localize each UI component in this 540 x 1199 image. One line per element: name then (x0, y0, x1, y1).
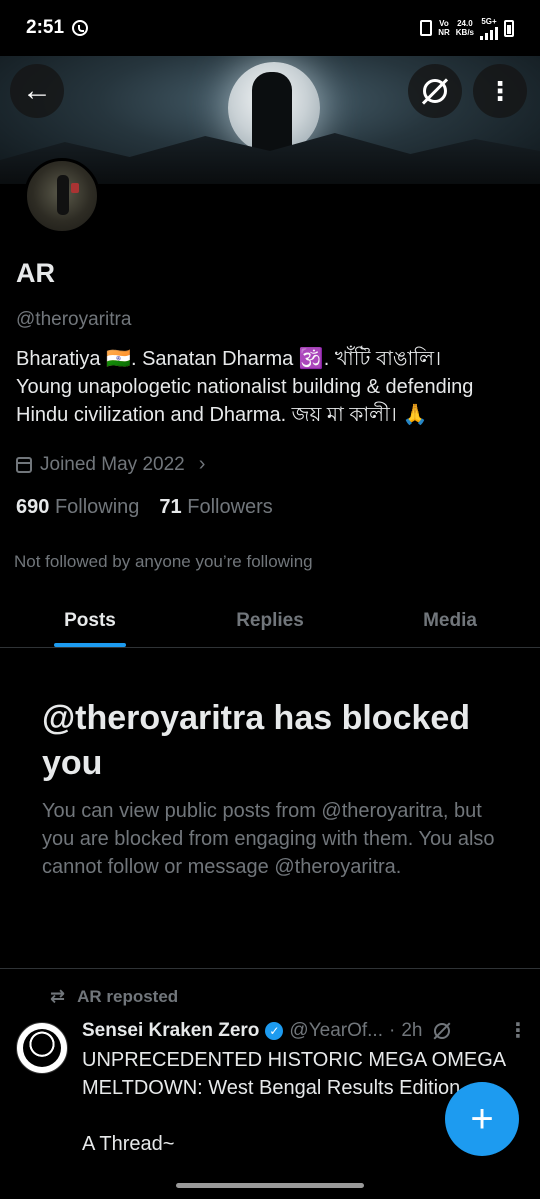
post-separator: · (389, 1020, 396, 1041)
vibrate-icon (420, 20, 433, 36)
network-speed: 24.0 KB/s (455, 19, 474, 37)
verified-badge-icon: ✓ (265, 1022, 284, 1040)
profile-tabs: Posts Replies Media (0, 594, 540, 648)
plus-icon: + (470, 1096, 494, 1141)
post-author-avatar[interactable] (16, 1022, 68, 1074)
profile-bio: Bharatiya 🇮🇳. Sanatan Dharma 🕉️. খাঁটি ব… (16, 345, 526, 429)
bio-line-1: Bharatiya 🇮🇳. Sanatan Dharma 🕉️. খাঁটি ব… (16, 348, 442, 370)
more-vertical-icon: ⋮ (487, 75, 513, 106)
post-author-handle: @YearOf... (289, 1020, 383, 1041)
grok-icon (423, 79, 447, 103)
avatar-figure (57, 175, 69, 215)
repost-label: AR reposted (77, 986, 179, 1006)
back-button[interactable]: ← (10, 64, 64, 118)
follow-stats: 690 Following 71 Followers (16, 496, 273, 519)
battery-icon (504, 19, 514, 37)
status-right: Vo NR 24.0 KB/s 5G+ (420, 17, 514, 40)
joined-date[interactable]: Joined May 2022 › (16, 453, 205, 476)
kraken-logo (23, 1029, 61, 1067)
following-label: Following (54, 496, 140, 518)
divider (0, 968, 540, 969)
tab-media[interactable]: Media (360, 594, 540, 647)
joined-label: Joined May 2022 (40, 453, 185, 475)
grok-icon[interactable] (434, 1023, 451, 1039)
signal-indicator: 5G+ (480, 17, 498, 40)
compose-button[interactable]: + (445, 1082, 519, 1156)
tab-active-indicator (54, 643, 126, 647)
more-options-button[interactable]: ⋮ (473, 64, 527, 118)
bio-line-2: Young unapologetic nationalist building … (16, 376, 474, 426)
blocked-description: You can view public posts from @theroyar… (42, 800, 495, 878)
status-left: 2:51 (26, 17, 89, 39)
profile-handle: @theroyaritra (16, 309, 132, 330)
blocked-title: @theroyaritra has blocked you (42, 699, 471, 782)
following-link[interactable]: 690 Following (16, 496, 139, 519)
status-time: 2:51 (26, 17, 65, 38)
followers-count: 71 (159, 496, 182, 518)
home-indicator[interactable] (176, 1183, 364, 1188)
tab-replies[interactable]: Replies (180, 594, 360, 647)
followers-link[interactable]: 71 Followers (159, 496, 272, 519)
post-time: 2h (401, 1020, 423, 1041)
repost-icon: ⇄ (50, 986, 66, 1006)
calendar-icon (16, 456, 32, 473)
repost-indicator: ⇄ AR reposted (50, 986, 178, 1007)
network-type: Vo NR (438, 19, 450, 37)
post-author-name[interactable]: Sensei Kraken Zero (82, 1020, 259, 1042)
profile-avatar[interactable] (24, 158, 100, 234)
following-count: 690 (16, 496, 50, 518)
grok-button[interactable] (408, 64, 462, 118)
status-bar: 2:51 Vo NR 24.0 KB/s 5G+ (0, 0, 540, 56)
tab-posts[interactable]: Posts (0, 594, 180, 647)
post-more-icon[interactable]: ⋮ (508, 1018, 528, 1043)
profile-name: AR (16, 258, 55, 288)
not-followed-note: Not followed by anyone you’re following (14, 552, 313, 571)
arrow-left-icon: ← (22, 74, 52, 107)
chevron-right-icon: › (198, 453, 206, 475)
signal-icon (480, 26, 498, 40)
followers-label: Followers (187, 496, 273, 518)
whatsapp-icon (72, 20, 89, 36)
avatar-detail (71, 183, 79, 193)
post-header: Sensei Kraken Zero ✓ @YearOf... · 2h (82, 1020, 522, 1042)
